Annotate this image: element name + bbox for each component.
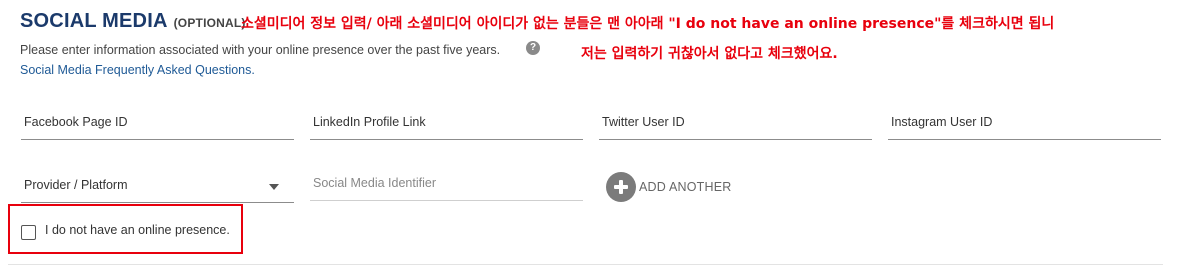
twitter-user-id-label: Twitter User ID <box>602 115 685 129</box>
add-another-label: ADD ANOTHER <box>639 180 732 194</box>
caret-down-icon <box>269 184 279 190</box>
facebook-page-id-label: Facebook Page ID <box>24 115 128 129</box>
linkedin-profile-label: LinkedIn Profile Link <box>313 115 426 129</box>
instagram-user-id-label: Instagram User ID <box>891 115 993 129</box>
annotation-line-1: 소셜미디어 정보 입력/ 아래 소셜미디어 아이디가 없는 분들은 맨 아아래 … <box>241 16 1055 32</box>
section-title: SOCIAL MEDIA (OPTIONAL) <box>20 10 246 33</box>
faq-link[interactable]: Social Media Frequently Asked Questions. <box>20 63 255 77</box>
no-online-presence-checkbox[interactable] <box>21 225 36 240</box>
annotation-line-2: 저는 입력하기 귀찮아서 없다고 체크했어요. <box>581 46 838 62</box>
optional-tag: (OPTIONAL) <box>173 16 246 30</box>
section-title-text: SOCIAL MEDIA <box>20 10 168 32</box>
twitter-user-id-field[interactable]: Twitter User ID <box>599 115 872 140</box>
provider-platform-label: Provider / Platform <box>24 178 128 192</box>
linkedin-profile-field[interactable]: LinkedIn Profile Link <box>310 115 583 140</box>
plus-circle-icon <box>606 172 636 202</box>
instagram-user-id-field[interactable]: Instagram User ID <box>888 115 1161 140</box>
help-icon[interactable]: ? <box>526 41 540 55</box>
facebook-page-id-field[interactable]: Facebook Page ID <box>21 115 294 140</box>
social-media-identifier-label: Social Media Identifier <box>313 176 436 190</box>
social-media-identifier-field[interactable]: Social Media Identifier <box>310 176 583 201</box>
provider-platform-select[interactable]: Provider / Platform <box>21 178 294 203</box>
add-another-button[interactable]: ADD ANOTHER <box>606 172 732 202</box>
intro-text: Please enter information associated with… <box>20 43 501 57</box>
no-online-presence-label[interactable]: I do not have an online presence. <box>45 223 230 237</box>
